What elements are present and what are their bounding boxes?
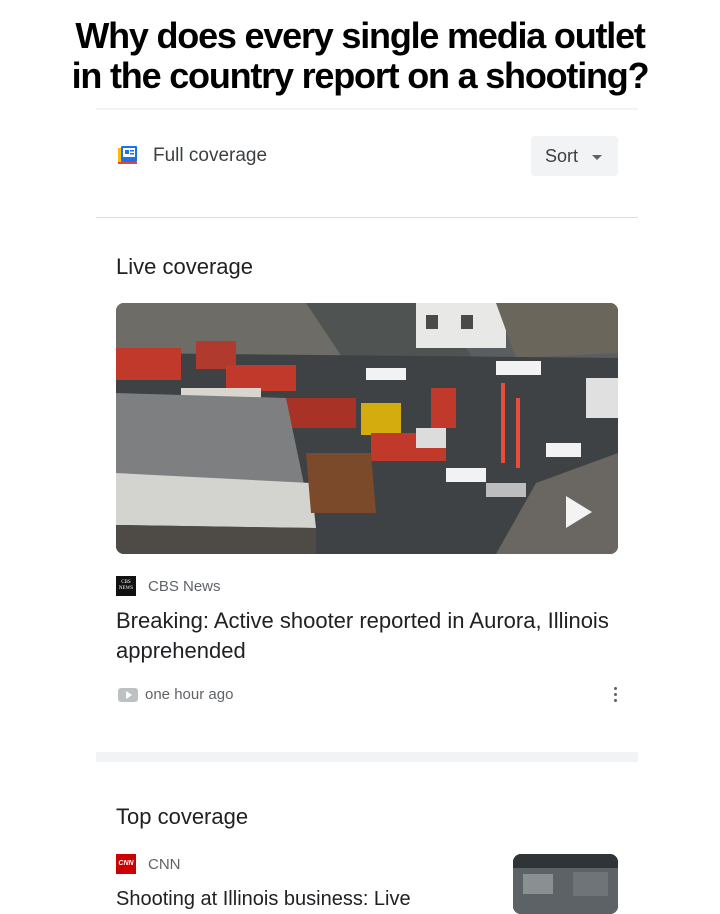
section-title-top: Top coverage bbox=[116, 804, 249, 829]
source-name[interactable]: CNN bbox=[148, 856, 181, 873]
divider bbox=[96, 108, 638, 110]
more-vert-icon[interactable] bbox=[612, 687, 618, 705]
source-name[interactable]: CBS News bbox=[148, 578, 221, 595]
article-headline[interactable]: Shooting at Illinois business: Live bbox=[116, 885, 476, 913]
sort-button[interactable]: Sort bbox=[531, 136, 618, 176]
section-divider bbox=[96, 752, 638, 762]
caret-down-icon bbox=[592, 155, 602, 160]
divider bbox=[96, 217, 638, 218]
article-meta: one hour ago bbox=[116, 685, 618, 707]
section-title-live: Live coverage bbox=[116, 254, 253, 279]
cnn-logo: CNN bbox=[116, 854, 136, 874]
video-thumbnail[interactable] bbox=[116, 303, 618, 554]
caption: Why does every single media outlet in th… bbox=[0, 16, 720, 96]
play-icon bbox=[566, 496, 592, 528]
article-headline[interactable]: Breaking: Active shooter reported in Aur… bbox=[116, 606, 616, 666]
source-row: CBS NEWS CBS News bbox=[116, 576, 618, 598]
article-thumbnail[interactable] bbox=[513, 854, 618, 914]
cbs-news-logo: CBS NEWS bbox=[116, 576, 136, 596]
timestamp: one hour ago bbox=[145, 686, 234, 703]
source-row: CNN CNN bbox=[116, 854, 416, 876]
full-coverage-label: Full coverage bbox=[153, 145, 268, 166]
caption-line-2: in the country report on a shooting? bbox=[71, 55, 650, 96]
newspaper-icon bbox=[118, 146, 137, 164]
sort-label: Sort bbox=[545, 146, 579, 166]
full-coverage-header: Full coverage Sort bbox=[116, 134, 618, 178]
thumbnail-image bbox=[513, 854, 618, 914]
video-icon bbox=[118, 688, 138, 702]
aerial-scene-image bbox=[116, 303, 618, 554]
caption-line-1: Why does every single media outlet bbox=[75, 15, 646, 56]
